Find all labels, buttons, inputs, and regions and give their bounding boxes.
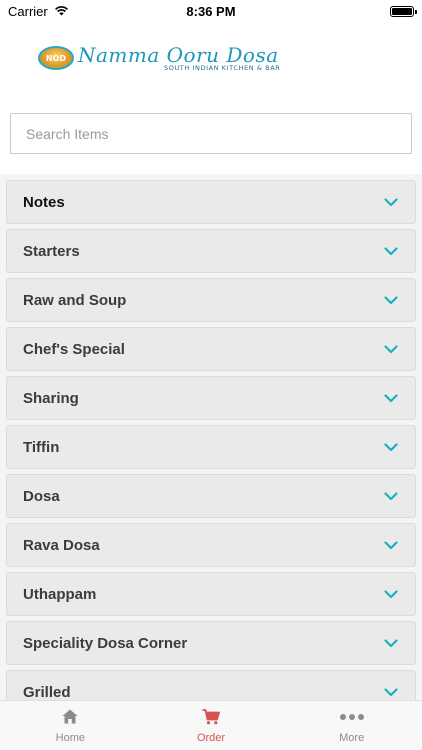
logo-subtitle: South Indian Kitchen & Bar bbox=[164, 64, 281, 72]
chevron-down-icon[interactable] bbox=[383, 488, 399, 504]
chevron-down-icon[interactable] bbox=[383, 537, 399, 553]
chevron-down-icon[interactable] bbox=[383, 586, 399, 602]
tab-order[interactable]: Order bbox=[141, 701, 282, 750]
tab-more[interactable]: More bbox=[281, 701, 422, 750]
status-left: Carrier bbox=[8, 4, 69, 19]
menu-category-label: Speciality Dosa Corner bbox=[23, 634, 188, 652]
chevron-down-icon[interactable] bbox=[383, 194, 399, 210]
carrier-label: Carrier bbox=[8, 3, 48, 19]
home-icon bbox=[62, 708, 78, 726]
header: NOD Namma Ooru Dosa South Indian Kitchen… bbox=[0, 22, 422, 102]
menu-category-label: Dosa bbox=[23, 487, 60, 505]
menu-category-label: Grilled bbox=[23, 683, 71, 701]
menu-category-row[interactable]: Dosa bbox=[6, 474, 416, 518]
menu-category-row[interactable]: Tiffin bbox=[6, 425, 416, 469]
search-box[interactable] bbox=[10, 113, 412, 154]
menu-category-label: Sharing bbox=[23, 389, 79, 407]
tab-bar: Home Order More bbox=[0, 700, 422, 750]
battery-icon bbox=[390, 5, 417, 17]
logo-title: Namma Ooru Dosa bbox=[78, 43, 279, 67]
search-input[interactable] bbox=[11, 114, 411, 153]
logo-badge: NOD bbox=[38, 46, 74, 70]
menu-category-row[interactable]: Grilled bbox=[6, 670, 416, 700]
status-bar: Carrier 8:36 PM bbox=[0, 0, 422, 22]
restaurant-logo: NOD Namma Ooru Dosa South Indian Kitchen… bbox=[38, 44, 280, 72]
menu-category-row[interactable]: Speciality Dosa Corner bbox=[6, 621, 416, 665]
tab-more-label: More bbox=[339, 731, 365, 744]
menu-category-label: Raw and Soup bbox=[23, 291, 127, 309]
logo-text: Namma Ooru Dosa South Indian Kitchen & B… bbox=[78, 44, 280, 72]
chevron-down-icon[interactable] bbox=[383, 439, 399, 455]
menu-category-row[interactable]: Raw and Soup bbox=[6, 278, 416, 322]
tab-home-label: Home bbox=[55, 731, 85, 744]
menu-category-label: Rava Dosa bbox=[23, 536, 100, 554]
menu-category-label: Chef's Special bbox=[23, 340, 125, 358]
menu-category-label: Uthappam bbox=[23, 585, 97, 603]
tab-order-label: Order bbox=[196, 731, 226, 744]
menu-category-label: Tiffin bbox=[23, 438, 60, 456]
cart-icon bbox=[202, 708, 220, 726]
chevron-down-icon[interactable] bbox=[383, 635, 399, 651]
chevron-down-icon[interactable] bbox=[383, 243, 399, 259]
chevron-down-icon[interactable] bbox=[383, 390, 399, 406]
menu-category-row[interactable]: Rava Dosa bbox=[6, 523, 416, 567]
menu-category-label: Starters bbox=[23, 242, 80, 260]
tab-home[interactable]: Home bbox=[0, 701, 141, 750]
menu-category-label: Notes bbox=[23, 193, 65, 211]
more-icon bbox=[339, 708, 365, 726]
menu-category-list[interactable]: Notes Starters Raw and Soup Chef's Special S… bbox=[0, 174, 422, 700]
wifi-icon bbox=[54, 4, 69, 19]
chevron-down-icon[interactable] bbox=[383, 341, 399, 357]
chevron-down-icon[interactable] bbox=[383, 292, 399, 308]
menu-category-row[interactable]: Starters bbox=[6, 229, 416, 273]
menu-category-row[interactable]: Chef's Special bbox=[6, 327, 416, 371]
chevron-down-icon[interactable] bbox=[383, 684, 399, 700]
menu-category-row[interactable]: Uthappam bbox=[6, 572, 416, 616]
menu-category-row[interactable]: Sharing bbox=[6, 376, 416, 420]
menu-category-row[interactable]: Notes bbox=[6, 180, 416, 224]
